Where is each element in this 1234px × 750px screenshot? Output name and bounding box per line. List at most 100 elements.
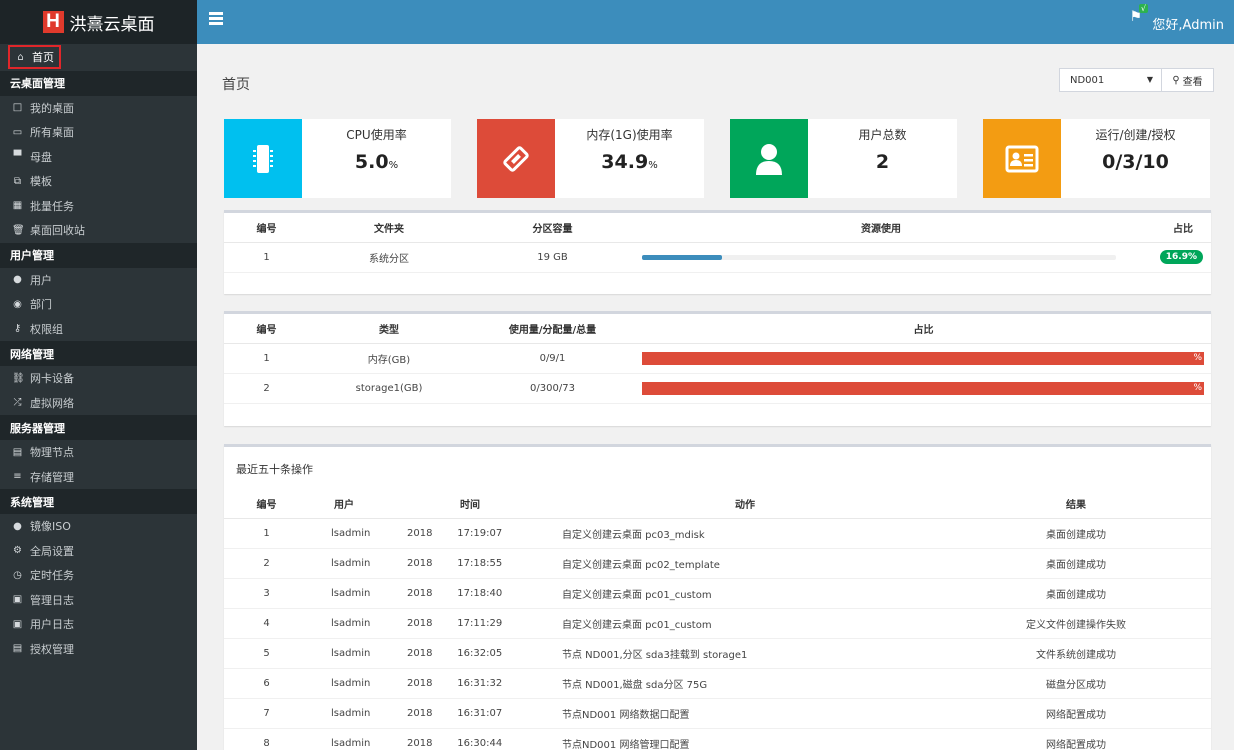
sidebar-item-icon: ≡ <box>13 471 22 483</box>
sidebar-item[interactable]: ▤ 物理节点 <box>0 440 197 465</box>
topbar: ⚑ √ 您好,Admin <box>197 0 1234 44</box>
sidebar-item-label: 首页 <box>32 51 54 65</box>
resource-amounts: 0/300/73 <box>469 373 636 404</box>
op-time: 16:30:44 <box>455 728 549 750</box>
sidebar-item-label: 权限组 <box>30 322 63 336</box>
sidebar-item[interactable]: ⛓ 网卡设备 <box>0 366 197 391</box>
sidebar-item[interactable]: ▭ 所有桌面 <box>0 120 197 145</box>
sidebar-item-icon: ◷ <box>13 569 22 581</box>
sidebar-item[interactable]: 🗑 桌面回收站 <box>0 218 197 243</box>
sidebar-item[interactable]: ⚙ 全局设置 <box>0 539 197 564</box>
row-number: 2 <box>224 548 309 579</box>
op-action: 自定义创建云桌面 pc01_custom <box>549 578 941 609</box>
search-icon: ⚲ <box>1172 74 1180 86</box>
op-time: 16:31:32 <box>455 668 549 699</box>
folder-name: 系统分区 <box>309 242 469 273</box>
column-header: 动作 <box>549 489 941 519</box>
row-number: 3 <box>224 578 309 609</box>
sidebar-item-label: 全局设置 <box>30 544 74 558</box>
column-header: 使用量/分配量/总量 <box>469 314 636 344</box>
id-card-icon <box>983 119 1061 198</box>
sidebar-item[interactable]: □ 我的桌面 <box>0 96 197 121</box>
sidebar-group-title: 服务器管理 <box>0 415 197 440</box>
row-number: 2 <box>224 373 309 404</box>
sidebar-item[interactable]: ▣ 用户日志 <box>0 612 197 637</box>
partition-panel: 编号 文件夹 分区容量 资源使用 占比 1 系统分区 19 GB 16.9% <box>224 210 1211 294</box>
operations-title: 最近五十条操作 <box>236 463 313 476</box>
column-header: 占比 <box>1126 213 1211 243</box>
op-time: 17:11:29 <box>455 608 549 639</box>
usage-badge: 16.9% <box>1159 250 1203 264</box>
op-action: 自定义创建云桌面 pc02_template <box>549 548 941 579</box>
view-button[interactable]: ⚲ 查看 <box>1161 68 1214 92</box>
desktops-value: 0/3/10 <box>1102 151 1169 173</box>
sidebar-item-home[interactable]: ⌂ 首页 <box>0 45 197 70</box>
desktops-label: 运行/创建/授权 <box>1095 128 1176 142</box>
sidebar-item-label: 桌面回收站 <box>30 224 85 238</box>
op-action: 节点 ND001,分区 sda3挂载到 storage1 <box>549 638 941 669</box>
sidebar-item-label: 部门 <box>30 298 52 312</box>
row-number: 1 <box>224 518 309 549</box>
sidebar-item[interactable]: ● 镜像ISO <box>0 514 197 539</box>
sidebar-item-icon: ⤮ <box>13 397 22 409</box>
op-time: 17:19:07 <box>455 518 549 549</box>
row-number: 1 <box>224 242 309 273</box>
sidebar-item[interactable]: ⚷ 权限组 <box>0 317 197 342</box>
op-year: 2018 <box>379 548 456 579</box>
table-row: 1 lsadmin 2018 17:19:07 自定义创建云桌面 pc03_mdisk 桌… <box>224 518 1211 549</box>
table-row: 5 lsadmin 2018 16:32:05 节点 ND001,分区 sda3挂载到 … <box>224 638 1211 669</box>
op-result: 桌面创建成功 <box>941 548 1211 579</box>
sidebar-group-title: 云桌面管理 <box>0 70 197 96</box>
sidebar-item[interactable]: ⧉ 模板 <box>0 169 197 194</box>
sidebar-item-label: 存储管理 <box>30 470 74 484</box>
table-row: 2 storage1(GB) 0/300/73 % <box>224 373 1211 404</box>
sidebar-item-label: 授权管理 <box>30 642 74 656</box>
menu-toggle-icon[interactable] <box>209 12 223 26</box>
sidebar-item[interactable]: ⤮ 虚拟网络 <box>0 391 197 416</box>
brand[interactable]: H 洪熹云桌面 <box>0 0 197 44</box>
sidebar-item[interactable]: ◉ 部门 <box>0 292 197 317</box>
sidebar-item-label: 批量任务 <box>30 199 74 213</box>
sidebar-item-icon: ▣ <box>12 618 23 630</box>
resource-bar: % <box>642 351 1204 365</box>
sidebar-item-icon: ▤ <box>12 643 23 655</box>
column-header: 分区容量 <box>469 213 636 243</box>
sidebar-group-title: 网络管理 <box>0 341 197 366</box>
resource-type: 内存(GB) <box>309 343 469 374</box>
op-year: 2018 <box>379 578 456 609</box>
sidebar-item-label: 镜像ISO <box>30 520 71 534</box>
sidebar-item-label: 管理日志 <box>30 593 74 607</box>
user-greeting[interactable]: 您好,Admin <box>1152 14 1224 33</box>
partition-table: 编号 文件夹 分区容量 资源使用 占比 1 系统分区 19 GB 16.9% <box>224 213 1211 273</box>
sidebar-item-label: 物理节点 <box>30 446 74 460</box>
sidebar-item-label: 我的桌面 <box>30 101 74 115</box>
node-select[interactable]: ND001 ▼ <box>1059 68 1162 92</box>
users-value: 2 <box>875 151 890 173</box>
table-row: 7 lsadmin 2018 16:31:07 节点ND001 网络数据口配置 网络配置成… <box>224 698 1211 729</box>
sidebar-item[interactable]: ◷ 定时任务 <box>0 563 197 588</box>
sidebar-item-icon: ▦ <box>12 200 23 212</box>
sidebar-item-label: 模板 <box>30 175 52 189</box>
resource-type: storage1(GB) <box>309 373 469 404</box>
sidebar-item-label: 母盘 <box>30 150 52 164</box>
sidebar-item[interactable]: ● 用户 <box>0 268 197 293</box>
table-row: 3 lsadmin 2018 17:18:40 自定义创建云桌面 pc01_custom… <box>224 578 1211 609</box>
user-name: lsadmin <box>309 638 379 669</box>
op-time: 16:32:05 <box>455 638 549 669</box>
view-button-label: 查看 <box>1182 76 1203 88</box>
user-name: lsadmin <box>309 578 379 609</box>
sidebar-item[interactable]: ▣ 管理日志 <box>0 588 197 613</box>
op-year: 2018 <box>379 698 456 729</box>
sidebar-item-label: 用户日志 <box>30 618 74 632</box>
op-action: 自定义创建云桌面 pc03_mdisk <box>549 518 941 549</box>
sidebar-item[interactable]: ▤ 授权管理 <box>0 637 197 662</box>
sidebar-item[interactable]: ▀ 母盘 <box>0 145 197 170</box>
cpu-value: 5.0% <box>354 151 399 173</box>
sidebar-item-label: 虚拟网络 <box>30 396 74 410</box>
sidebar-item[interactable]: ▦ 批量任务 <box>0 194 197 219</box>
user-name: lsadmin <box>309 668 379 699</box>
desktops-stat-card: 运行/创建/授权 0/3/10 <box>983 119 1210 198</box>
column-header: 类型 <box>309 314 469 344</box>
sidebar-item[interactable]: ≡ 存储管理 <box>0 465 197 490</box>
row-number: 7 <box>224 698 309 729</box>
